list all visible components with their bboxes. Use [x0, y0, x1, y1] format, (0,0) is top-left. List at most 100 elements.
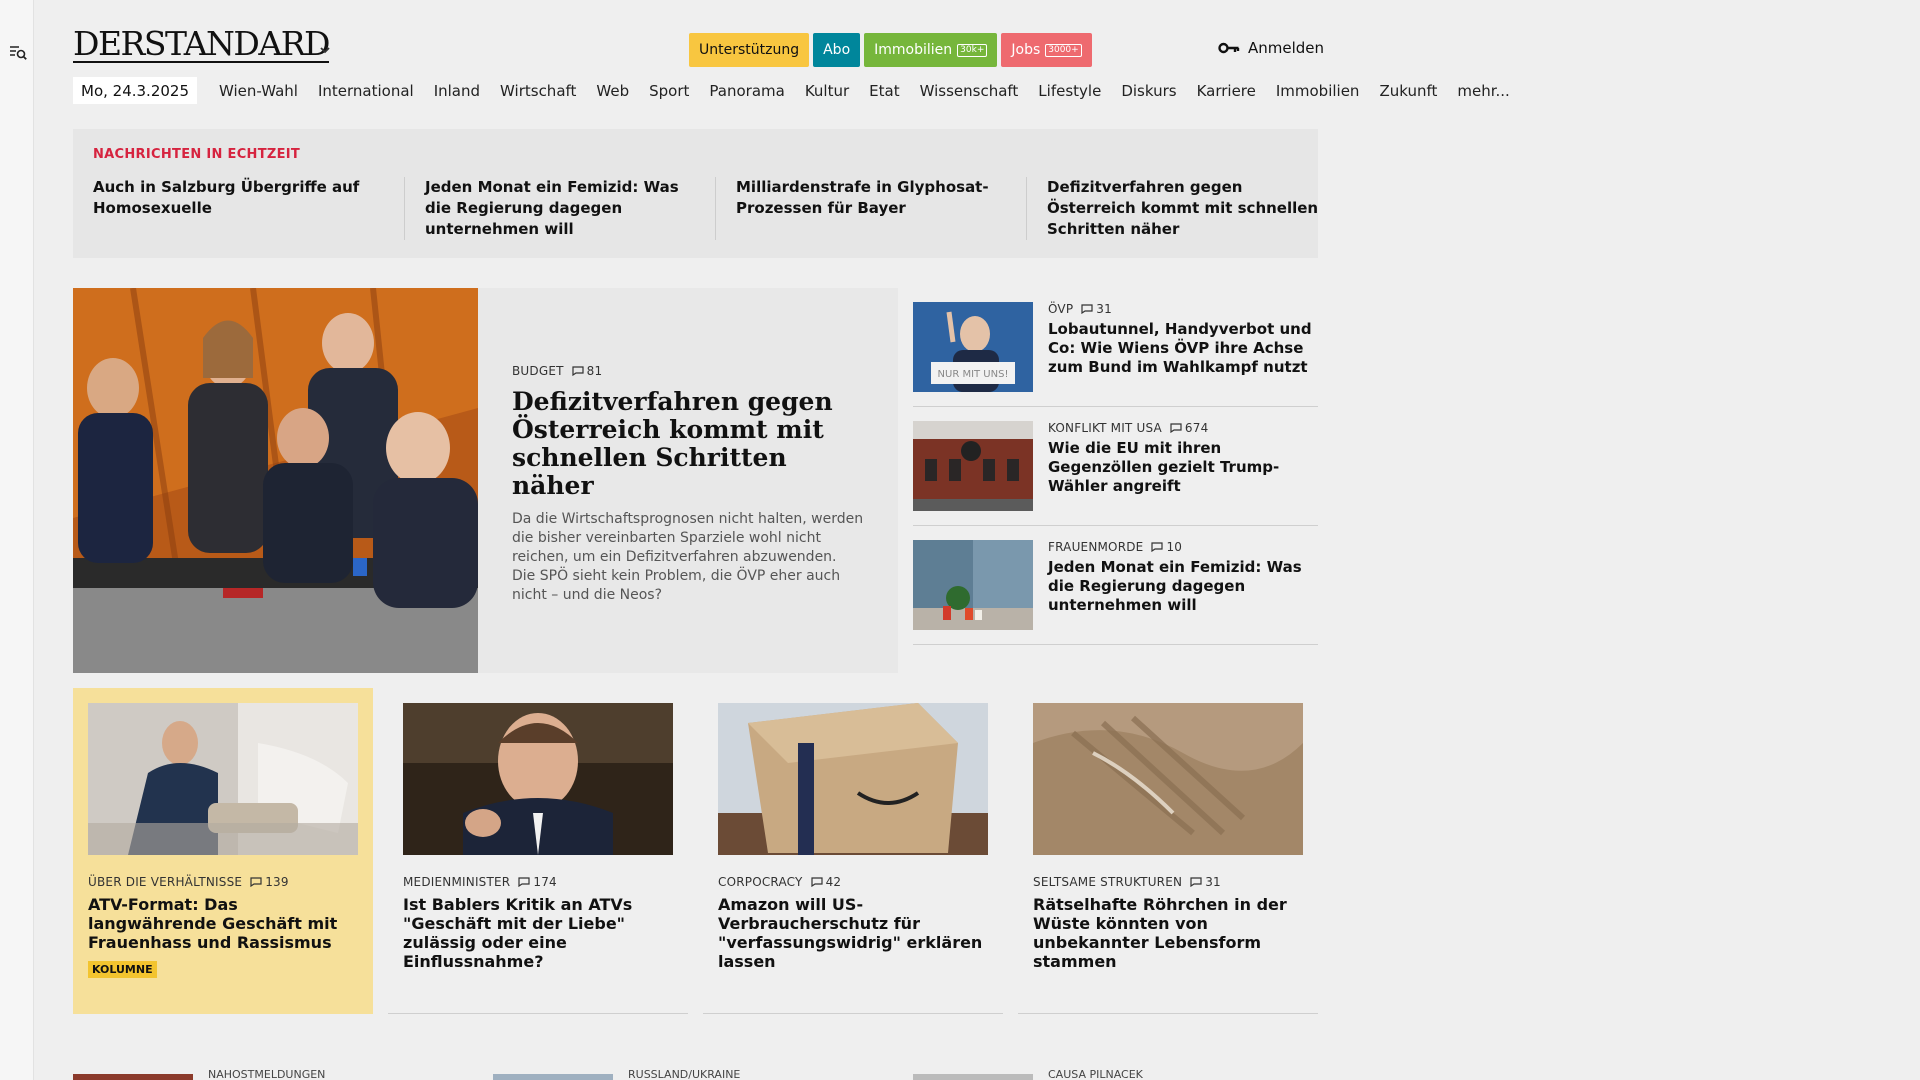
comment-count[interactable]: 139	[250, 875, 289, 889]
side-article-kicker: ÖVP	[1048, 302, 1074, 316]
article-card[interactable]: CORPOCRACY 42 Amazon will US-Verbrauchers…	[703, 688, 1003, 1014]
jobs-label: Jobs	[1011, 42, 1041, 58]
article-card-title[interactable]: Rätselhafte Röhrchen in der Wüste könnte…	[1033, 895, 1303, 971]
abo-button[interactable]: Abo	[813, 33, 861, 67]
lead-article-teaser: Da die Wirtschaftsprognosen nicht halten…	[512, 511, 864, 603]
article-card-title[interactable]: ATV-Format: Das langwährende Geschäft mi…	[88, 895, 358, 952]
ticker-item[interactable]: Jeden Monat ein Femizid: Was die Regieru…	[404, 177, 715, 240]
comment-count[interactable]: 10	[1151, 540, 1182, 554]
side-article-image: NUR MIT UNS!	[913, 302, 1033, 392]
support-button[interactable]: Unterstützung	[689, 33, 810, 67]
preview-kicker: CAUSA PILNACEK	[1048, 1068, 1143, 1080]
nav-item-karriere[interactable]: Karriere	[1187, 82, 1266, 100]
comment-icon	[518, 877, 530, 887]
side-article-title[interactable]: Lobautunnel, Handyverbot und Co: Wie Wie…	[1048, 320, 1318, 377]
lead-comments: 81	[586, 364, 603, 378]
immobilien-label: Immobilien	[874, 42, 953, 58]
nav-item-kultur[interactable]: Kultur	[795, 82, 859, 100]
comment-icon	[1081, 304, 1093, 314]
nav-item-inland[interactable]: Inland	[424, 82, 490, 100]
nav-item-wirtschaft[interactable]: Wirtschaft	[490, 82, 586, 100]
nav-item-etat[interactable]: Etat	[859, 82, 909, 100]
next-row-preview: NAHOSTMELDUNGEN RUSSLAND/UKRAINE CAUSA P…	[73, 1068, 1318, 1080]
side-image-sign-text: NUR MIT UNS!	[938, 369, 1009, 380]
side-article-comments: 31	[1096, 302, 1112, 316]
nav-item-zukunft[interactable]: Zukunft	[1369, 82, 1447, 100]
login-button[interactable]: Anmelden	[1218, 39, 1324, 57]
preview-image	[493, 1074, 613, 1080]
side-article-meta: ÖVP 31	[1048, 302, 1318, 316]
comment-icon	[1170, 423, 1182, 433]
nav-item-mehr[interactable]: mehr...	[1447, 82, 1519, 100]
comment-count[interactable]: 42	[810, 875, 842, 889]
article-grid: ÜBER DIE VERHÄLTNISSE 139 ATV-Format: Das…	[73, 688, 1318, 1014]
nav-item-immobilien[interactable]: Immobilien	[1266, 82, 1370, 100]
side-article-image	[913, 540, 1033, 630]
article-card-kicker: ÜBER DIE VERHÄLTNISSE	[88, 875, 243, 889]
comment-icon	[810, 877, 823, 887]
ticker-item[interactable]: Milliardenstrafe in Glyphosat-Prozessen …	[715, 177, 1026, 240]
article-card[interactable]: MEDIENMINISTER 174 Ist Bablers Kritik an …	[388, 688, 688, 1014]
side-article-title[interactable]: Jeden Monat ein Femizid: Was die Regieru…	[1048, 558, 1318, 615]
menu-search-icon[interactable]	[9, 43, 27, 61]
lead-article[interactable]: BUDGET 81 Defizitverfahren gegen Österre…	[73, 288, 898, 673]
left-rail	[0, 0, 34, 1080]
ticker-item[interactable]: Defizitverfahren gegen Österreich kommt …	[1026, 177, 1337, 240]
nav-item-wien-wahl[interactable]: Wien-Wahl	[209, 82, 308, 100]
jobs-count-badge: 3000+	[1045, 43, 1082, 57]
article-card-comments: 31	[1205, 875, 1221, 889]
lead-article-kicker: BUDGET	[512, 364, 564, 378]
article-card-kicker: MEDIENMINISTER	[403, 875, 511, 889]
article-card[interactable]: SELTSAME STRUKTUREN 31 Rätselhafte Röhrch…	[1018, 688, 1318, 1014]
article-card-kicker: CORPOCRACY	[718, 875, 803, 889]
comment-icon	[1190, 877, 1202, 887]
side-article[interactable]: KONFLIKT MIT USA 674 Wie die EU mit ihren…	[913, 407, 1318, 526]
lead-article-title[interactable]: Defizitverfahren gegen Österreich kommt …	[512, 388, 864, 500]
side-article[interactable]: NUR MIT UNS! ÖVP 31 Lobautunnel, Handyver…	[913, 288, 1318, 407]
nav-item-panorama[interactable]: Panorama	[699, 82, 794, 100]
comment-count[interactable]: 674	[1170, 421, 1209, 435]
chevron-down-icon[interactable]	[318, 43, 332, 57]
article-card[interactable]: ÜBER DIE VERHÄLTNISSE 139 ATV-Format: Das…	[73, 688, 373, 1014]
comment-count[interactable]: 174	[518, 875, 557, 889]
comment-count[interactable]: 81	[572, 364, 603, 378]
ticker-label: NACHRICHTEN IN ECHTZEIT	[93, 147, 301, 162]
live-news-ticker: NACHRICHTEN IN ECHTZEIT Auch in Salzburg…	[73, 129, 1318, 258]
article-card-title[interactable]: Ist Bablers Kritik an ATVs "Geschäft mit…	[403, 895, 673, 971]
nav-item-international[interactable]: International	[308, 82, 424, 100]
nav-item-sport[interactable]: Sport	[639, 82, 699, 100]
abo-label: Abo	[823, 42, 851, 58]
article-card-comments: 139	[265, 875, 289, 889]
main-nav: Mo, 24.3.2025 Wien-Wahl International In…	[73, 77, 1520, 104]
article-card-image	[403, 703, 673, 855]
article-card-title[interactable]: Amazon will US-Verbraucherschutz für "ve…	[718, 895, 988, 971]
article-card-kicker: SELTSAME STRUKTUREN	[1033, 875, 1183, 889]
comment-icon	[1151, 542, 1164, 552]
comment-count[interactable]: 31	[1081, 302, 1112, 316]
preview-kicker: NAHOSTMELDUNGEN	[208, 1068, 326, 1080]
site-logo[interactable]: DERSTANDARD	[73, 27, 331, 63]
lead-article-image	[73, 288, 478, 673]
side-article-meta: KONFLIKT MIT USA 674	[1048, 421, 1318, 435]
article-card-image	[718, 703, 988, 855]
article-card-image	[88, 703, 358, 855]
nav-item-diskurs[interactable]: Diskurs	[1111, 82, 1186, 100]
side-article[interactable]: FRAUENMORDE 10 Jeden Monat ein Femizid: W…	[913, 526, 1318, 645]
article-card-comments: 174	[533, 875, 557, 889]
immobilien-button[interactable]: Immobilien 30k+	[864, 33, 998, 67]
preview-image	[913, 1074, 1033, 1080]
jobs-button[interactable]: Jobs 3000+	[1001, 33, 1092, 67]
article-card-meta: ÜBER DIE VERHÄLTNISSE 139	[88, 875, 358, 889]
article-card-meta: MEDIENMINISTER 174	[403, 875, 673, 889]
side-article-title[interactable]: Wie die EU mit ihren Gegenzöllen gezielt…	[1048, 439, 1318, 496]
nav-item-wissenschaft[interactable]: Wissenschaft	[910, 82, 1029, 100]
immobilien-count-badge: 30k+	[957, 43, 988, 57]
nav-item-web[interactable]: Web	[586, 82, 639, 100]
nav-item-lifestyle[interactable]: Lifestyle	[1028, 82, 1111, 100]
preview-kicker: RUSSLAND/UKRAINE	[628, 1068, 741, 1080]
comment-count[interactable]: 31	[1190, 875, 1221, 889]
article-card-image	[1033, 703, 1303, 855]
ticker-item[interactable]: Auch in Salzburg Übergriffe auf Homosexu…	[93, 177, 404, 240]
preview-image	[73, 1074, 193, 1080]
article-card-meta: SELTSAME STRUKTUREN 31	[1033, 875, 1303, 889]
